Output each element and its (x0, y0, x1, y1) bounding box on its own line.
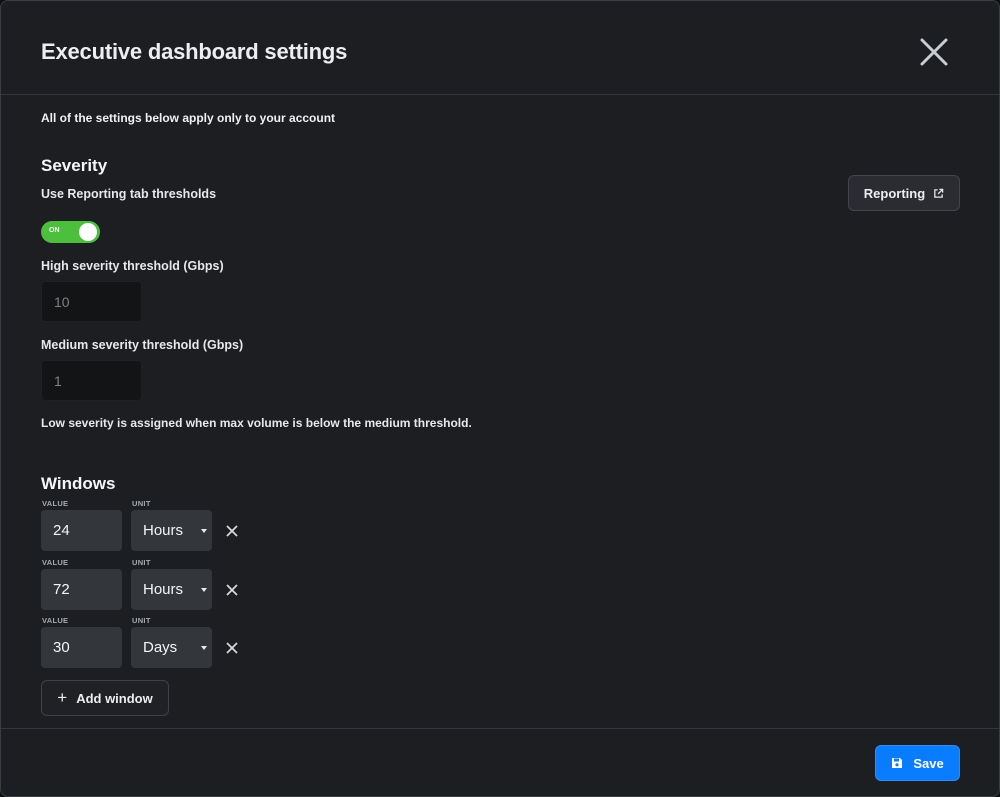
remove-icon (226, 642, 238, 654)
use-reporting-thresholds-label: Use Reporting tab thresholds (41, 187, 217, 201)
window-unit-label: UNIT (132, 558, 151, 567)
caret-down-icon (201, 646, 207, 650)
severity-heading: Severity (41, 156, 108, 175)
dialog-title: Executive dashboard settings (41, 39, 348, 64)
medium-severity-input[interactable] (41, 360, 142, 401)
add-window-button[interactable]: + Add window (41, 680, 169, 716)
remove-icon (226, 525, 238, 537)
remove-window-button[interactable] (223, 581, 241, 599)
dialog-header: Executive dashboard settings (1, 1, 999, 95)
window-unit-label: UNIT (132, 616, 151, 625)
use-reporting-thresholds-toggle[interactable]: ON (41, 221, 100, 243)
windows-heading: Windows (41, 474, 116, 493)
window-unit-selected: Days (143, 639, 178, 656)
close-button[interactable] (914, 32, 954, 72)
remove-window-button[interactable] (223, 639, 241, 657)
window-unit-selected: Hours (143, 522, 184, 539)
reporting-button-label: Reporting (863, 185, 926, 201)
medium-severity-label: Medium severity threshold (Gbps) (41, 338, 244, 352)
save-icon (892, 758, 903, 768)
caret-down-icon (201, 588, 207, 592)
caret-down-icon (201, 529, 207, 533)
save-button[interactable]: Save (875, 745, 960, 781)
window-unit-select[interactable]: Hours (131, 569, 212, 610)
window-value-label: VALUE (42, 616, 69, 625)
settings-dialog: Executive dashboard settings All of the … (0, 0, 1000, 797)
window-value-label: VALUE (42, 558, 69, 567)
reporting-button[interactable]: Reporting (848, 175, 960, 211)
toggle-state-text: ON (49, 227, 60, 234)
window-unit-label: UNIT (132, 499, 151, 508)
close-icon (920, 38, 948, 66)
window-value-input[interactable] (41, 627, 122, 668)
window-unit-select[interactable]: Days (131, 627, 212, 668)
remove-icon (226, 584, 238, 596)
window-value-label: VALUE (42, 499, 69, 508)
dialog-footer (1, 728, 999, 796)
high-severity-input[interactable] (41, 281, 142, 322)
window-value-input[interactable] (41, 510, 122, 551)
high-severity-label: High severity threshold (Gbps) (41, 259, 224, 273)
remove-window-button[interactable] (223, 522, 241, 540)
window-unit-selected: Hours (143, 581, 184, 598)
add-window-label: Add window (76, 690, 153, 706)
window-value-input[interactable] (41, 569, 122, 610)
plus-icon: + (57, 687, 68, 707)
window-unit-select[interactable]: Hours (131, 510, 212, 551)
save-button-label: Save (913, 755, 944, 771)
external-link-icon (934, 188, 944, 198)
dialog-subtitle: All of the settings below apply only to … (41, 111, 336, 125)
toggle-knob (79, 223, 97, 241)
low-severity-note: Low severity is assigned when max volume… (41, 416, 472, 430)
